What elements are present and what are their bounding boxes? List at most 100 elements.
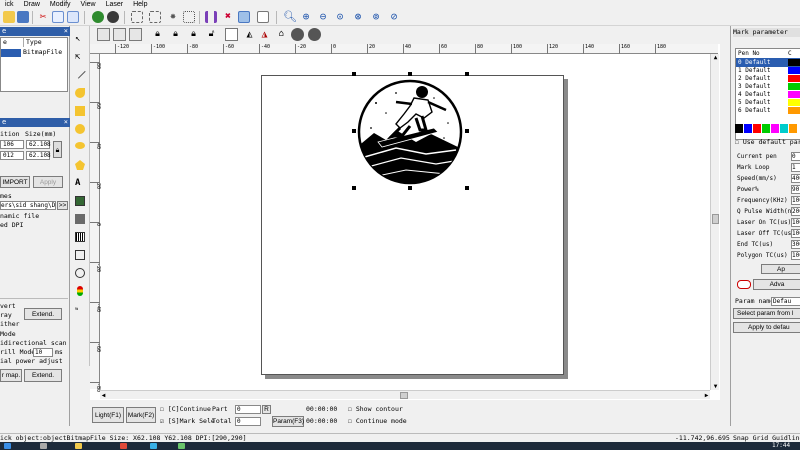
extend-button[interactable]: Extend. [24,308,62,320]
continue-mode-checkbox[interactable]: ☐ Continue mode [348,417,407,426]
app-icon[interactable] [178,443,185,449]
scroll-thumb[interactable] [712,214,719,224]
reset-count-button[interactable]: R [262,405,271,414]
vertical-scrollbar[interactable]: ▲ ▼ [710,54,719,390]
param-button[interactable]: Param(F3) [272,416,304,427]
scroll-left-icon[interactable]: ◀ [100,392,107,399]
flip-icon[interactable]: ◭ [243,28,256,41]
drill-mode-checkbox[interactable]: rill Mode [0,348,35,357]
param-input[interactable]: 200 [791,207,800,216]
pen-color-swatch[interactable] [788,75,800,82]
rotate-icon[interactable]: ⌂ [275,28,288,41]
scroll-up-icon[interactable]: ▲ [712,54,719,61]
barcode-icon[interactable] [75,232,85,242]
line-icon[interactable] [74,67,86,79]
close-icon[interactable]: × [64,27,68,36]
ellipse-icon[interactable] [75,142,85,149]
curve-icon[interactable] [75,88,85,98]
cut-icon[interactable]: ✂ [37,11,49,23]
bitmap-icon[interactable] [75,196,85,206]
eye-hide-icon[interactable] [308,28,321,41]
lock-ratio-icon[interactable]: 🔒︎ [53,141,62,158]
flip-red-icon[interactable]: ◮ [258,28,271,41]
zoom-all-icon[interactable]: ⊛ [352,11,364,23]
dynamic-file-checkbox[interactable]: namic file [0,212,39,221]
size-y-input[interactable]: 62.108 [26,151,51,160]
menu-item-modify[interactable]: Modify [45,0,76,9]
menu-item-view[interactable]: View [76,0,101,9]
select-param-button[interactable]: Select param from l [733,308,800,319]
param-name-select[interactable]: Defau [771,297,800,306]
unlock-icon[interactable]: 🔒︎ [169,28,182,41]
palette-color[interactable] [780,124,788,133]
palette-color[interactable] [744,124,752,133]
selection-handle[interactable] [465,186,469,190]
scroll-thumb[interactable] [400,392,408,399]
circle-icon[interactable] [75,124,85,134]
selection-handle[interactable] [352,186,356,190]
size-x-input[interactable]: 62.108 [26,140,51,149]
pen-row[interactable]: 6 Default [736,106,800,115]
group-icon[interactable] [97,28,110,41]
bidirectional-checkbox[interactable]: idirectional scan [0,339,67,348]
gray-checkbox[interactable]: ray [0,311,12,320]
part-input[interactable]: 0 [235,405,261,414]
text-icon[interactable]: A [75,178,85,188]
selection-handle[interactable] [352,129,356,133]
target-icon[interactable] [107,11,119,23]
document-icon[interactable] [257,11,269,23]
pos-x-input[interactable]: 106 [0,140,24,149]
drill-mode-input[interactable]: 10 [33,348,53,357]
show-contour-checkbox[interactable]: ☐ Show contour [348,405,403,414]
menu-item-draw[interactable]: Draw [19,0,45,9]
dither-checkbox[interactable]: ither [0,320,20,329]
combine-icon[interactable] [129,28,142,41]
ext-axis-icon[interactable]: ⇆ [75,304,85,314]
copy-icon[interactable] [52,11,64,23]
search-icon[interactable] [40,443,47,449]
selection-handle[interactable] [465,72,469,76]
mirror-icon[interactable] [205,11,217,23]
apply-default-button[interactable]: Apply to defau [733,322,800,333]
zoom-in-icon[interactable]: ⊕ [300,11,312,23]
window-icon[interactable] [238,11,250,23]
apply-button[interactable]: Apply [33,176,63,188]
apply-param-button[interactable]: Ap [761,264,800,274]
selection-handle[interactable] [408,72,412,76]
use-default-checkbox[interactable]: ☐ Use default para [735,138,800,147]
rectangle-icon[interactable] [75,106,85,116]
object-list[interactable]: e Type BitmapFile [0,37,68,92]
save-icon[interactable] [17,11,29,23]
lock-all-icon[interactable]: 🔒︎ [187,28,200,41]
pos-y-input[interactable]: 012 [0,151,24,160]
pen-color-swatch[interactable] [788,67,800,74]
menu-item-help[interactable]: Help [128,0,152,9]
param-input[interactable]: 400 [791,174,800,183]
transform-icon[interactable] [183,11,195,23]
palette-color[interactable] [753,124,761,133]
palette-color[interactable] [771,124,779,133]
object-list-row-type[interactable]: BitmapFile [23,48,62,57]
node-edit-icon[interactable] [131,11,143,23]
pen-color-swatch[interactable] [788,107,800,114]
param-input[interactable]: 100 [791,196,800,205]
align-icon[interactable] [225,28,238,41]
menu-item-pick[interactable]: ick [0,0,19,9]
pen-color-swatch[interactable] [788,83,800,90]
power-adjust-checkbox[interactable]: ial power adjust [0,357,63,366]
vector-file-icon[interactable] [75,214,85,224]
scroll-right-icon[interactable]: ▶ [703,392,710,399]
tools-icon[interactable]: ✖ [222,11,234,23]
explorer-icon[interactable] [75,443,82,449]
mark-button[interactable]: Mark(F2) [126,407,156,423]
paste-icon[interactable] [67,11,79,23]
import-button[interactable]: IMPORT [0,176,30,188]
light-button[interactable]: Light(F1) [92,407,124,423]
io-icon[interactable] [77,286,83,296]
param-input[interactable]: 90 [791,185,800,194]
zoom-out-icon[interactable]: ⊖ [317,11,329,23]
browse-button[interactable]: >> [57,201,68,210]
node-pointer-icon[interactable]: ⇱ [75,52,85,62]
unlock-all-icon[interactable]: 🔓︎ [205,28,218,41]
globe-icon[interactable] [92,11,104,23]
